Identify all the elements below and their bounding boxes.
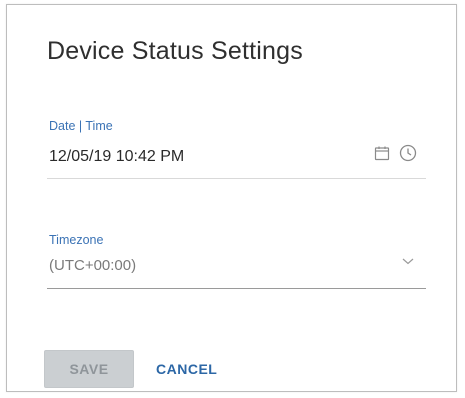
timezone-value[interactable]: (UTC+00:00) bbox=[49, 257, 136, 274]
calendar-icon[interactable] bbox=[372, 143, 392, 163]
timezone-underline bbox=[47, 288, 426, 289]
date-time-field[interactable]: Date | Time 12/05/19 10:42 PM bbox=[47, 119, 426, 179]
chevron-down-icon[interactable] bbox=[398, 251, 418, 271]
date-time-label: Date | Time bbox=[49, 119, 113, 133]
save-button[interactable]: SAVE bbox=[44, 350, 134, 388]
date-time-underline bbox=[47, 178, 426, 179]
dialog-title: Device Status Settings bbox=[47, 37, 303, 65]
device-status-settings-dialog: Device Status Settings Date | Time 12/05… bbox=[6, 4, 457, 392]
date-time-value[interactable]: 12/05/19 10:42 PM bbox=[49, 148, 184, 166]
timezone-select[interactable]: Timezone (UTC+00:00) bbox=[47, 233, 426, 289]
timezone-label: Timezone bbox=[49, 233, 104, 247]
clock-icon[interactable] bbox=[398, 143, 418, 163]
cancel-button[interactable]: CANCEL bbox=[152, 350, 221, 388]
